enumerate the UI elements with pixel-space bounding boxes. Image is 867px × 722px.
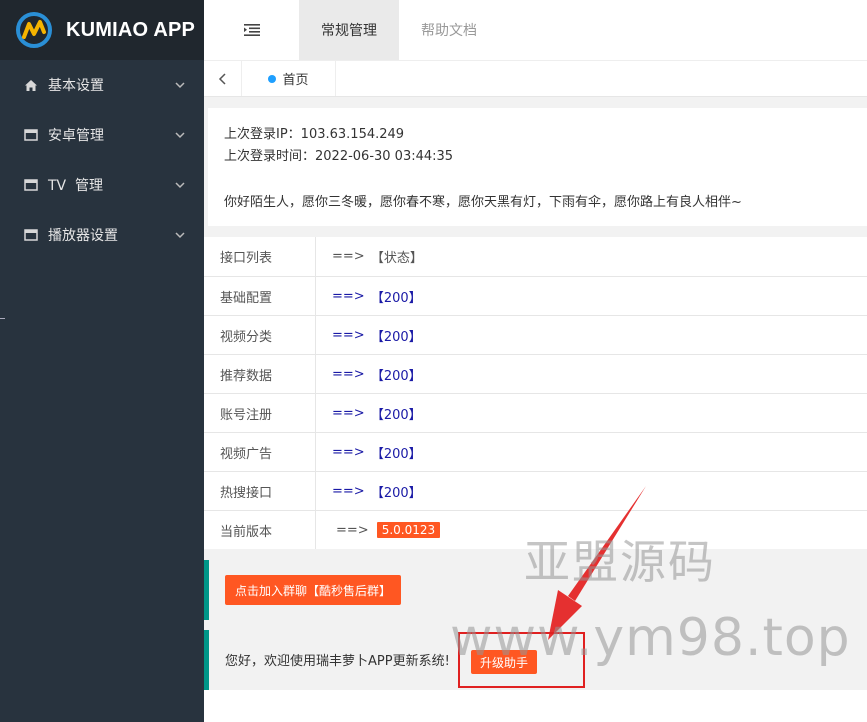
kumiao-logo-icon: [16, 12, 52, 48]
row-value: ==> 【200】: [316, 472, 867, 510]
arrow-text: ==>: [332, 483, 365, 499]
login-info-panel: 上次登录IP：103.63.154.249 上次登录时间：2022-06-30 …: [208, 108, 867, 226]
table-row: 基础配置 ==> 【200】: [204, 276, 867, 315]
active-dot-icon: [268, 74, 277, 83]
row-label: 接口列表: [204, 237, 316, 276]
page-tab-home-label: 首页: [282, 73, 309, 88]
sidebar-item-tv[interactable]: TV 管理: [0, 160, 204, 210]
menu-toggle-button[interactable]: [204, 0, 299, 60]
arrow-text: ==>: [332, 405, 365, 421]
home-icon: [24, 78, 38, 92]
sidebar-item-label: 播放器设置: [48, 228, 118, 244]
window-icon: [24, 178, 38, 192]
row-label: 视频分类: [204, 316, 316, 354]
arrow-text: ==>: [332, 366, 365, 382]
version-badge: 5.0.0123: [376, 522, 441, 538]
welcome-text: 您好，欢迎使用瑞丰萝卜APP更新系统!: [225, 654, 450, 669]
row-value: ==> 5.0.0123: [316, 511, 867, 549]
page-tab-home[interactable]: 首页: [242, 61, 336, 96]
status-code: 【200】: [370, 446, 422, 462]
sidebar-item-android[interactable]: 安卓管理: [0, 110, 204, 160]
row-label: 热搜接口: [204, 472, 316, 510]
chevron-down-icon: [175, 132, 185, 139]
app-title: KUMIAO APP: [66, 18, 196, 41]
update-system-block: 您好，欢迎使用瑞丰萝卜APP更新系统! 升级助手: [204, 630, 867, 690]
table-row: 当前版本 ==> 5.0.0123: [204, 510, 867, 549]
upgrade-assistant-button[interactable]: 升级助手: [471, 650, 537, 674]
status-code: 【200】: [370, 407, 422, 423]
chevron-down-icon: [175, 182, 185, 189]
tabs-scroll-left-button[interactable]: [204, 61, 242, 96]
row-value: ==> 【状态】: [316, 237, 867, 276]
row-value: ==> 【200】: [316, 355, 867, 393]
status-code: 【200】: [370, 485, 422, 501]
row-value: ==> 【200】: [316, 394, 867, 432]
table-row: 推荐数据 ==> 【200】: [204, 354, 867, 393]
greeting-text: 你好陌生人，愿你三冬暖，愿你春不寒，愿你天黑有灯，下雨有伞，愿你路上有良人相伴~: [224, 195, 742, 210]
arrow-text: ==>: [332, 444, 365, 460]
window-icon: [24, 128, 38, 142]
arrow-text: ==>: [332, 249, 365, 264]
row-value: ==> 【200】: [316, 277, 867, 315]
table-row: 接口列表 ==> 【状态】: [204, 237, 867, 276]
status-text: 【状态】: [370, 251, 423, 266]
status-code: 【200】: [370, 368, 422, 384]
table-row: 热搜接口 ==> 【200】: [204, 471, 867, 510]
sidebar-item-label: 安卓管理: [48, 128, 104, 144]
chevron-down-icon: [175, 82, 185, 89]
table-row: 视频分类 ==> 【200】: [204, 315, 867, 354]
chevron-down-icon: [175, 232, 185, 239]
row-label: 当前版本: [204, 511, 316, 549]
chevron-left-icon: [218, 72, 226, 85]
sidebar: KUMIAO APP 基本设置 安卓管理 TV 管理 播放器设置: [0, 0, 204, 722]
top-header: 常规管理 帮助文档: [204, 0, 867, 60]
api-status-table: 接口列表 ==> 【状态】 基础配置 ==> 【200】 视频分类 ==> 【2…: [204, 237, 867, 549]
menu-fold-icon: [243, 24, 260, 36]
status-code: 【200】: [370, 290, 422, 306]
sidebar-item-basic-settings[interactable]: 基本设置: [0, 60, 204, 110]
sidebar-item-player-settings[interactable]: 播放器设置: [0, 210, 204, 260]
tab-help-docs[interactable]: 帮助文档: [399, 0, 499, 60]
status-code: 【200】: [370, 329, 422, 345]
table-row: 视频广告 ==> 【200】: [204, 432, 867, 471]
logo-bar: KUMIAO APP: [0, 0, 204, 60]
divider: [0, 318, 5, 319]
row-label: 基础配置: [204, 277, 316, 315]
last-login-ip: 上次登录IP：103.63.154.249: [224, 127, 405, 142]
tab-general-management[interactable]: 常规管理: [299, 0, 399, 60]
sidebar-item-label: TV 管理: [48, 178, 104, 194]
join-group-block: 点击加入群聊【酷秒售后群】: [204, 560, 867, 620]
sidebar-item-label: 基本设置: [48, 78, 104, 94]
last-login-time: 上次登录时间：2022-06-30 03:44:35: [224, 149, 454, 164]
content-bottom: [204, 690, 867, 722]
arrow-text: ==>: [332, 327, 365, 343]
arrow-text: ==>: [332, 288, 365, 304]
row-label: 推荐数据: [204, 355, 316, 393]
table-row: 账号注册 ==> 【200】: [204, 393, 867, 432]
row-value: ==> 【200】: [316, 433, 867, 471]
window-icon: [24, 228, 38, 242]
row-label: 视频广告: [204, 433, 316, 471]
row-value: ==> 【200】: [316, 316, 867, 354]
row-label: 账号注册: [204, 394, 316, 432]
join-group-button[interactable]: 点击加入群聊【酷秒售后群】: [225, 575, 401, 605]
arrow-text: ==>: [336, 522, 369, 538]
page-tabs-bar: 首页: [204, 60, 867, 97]
